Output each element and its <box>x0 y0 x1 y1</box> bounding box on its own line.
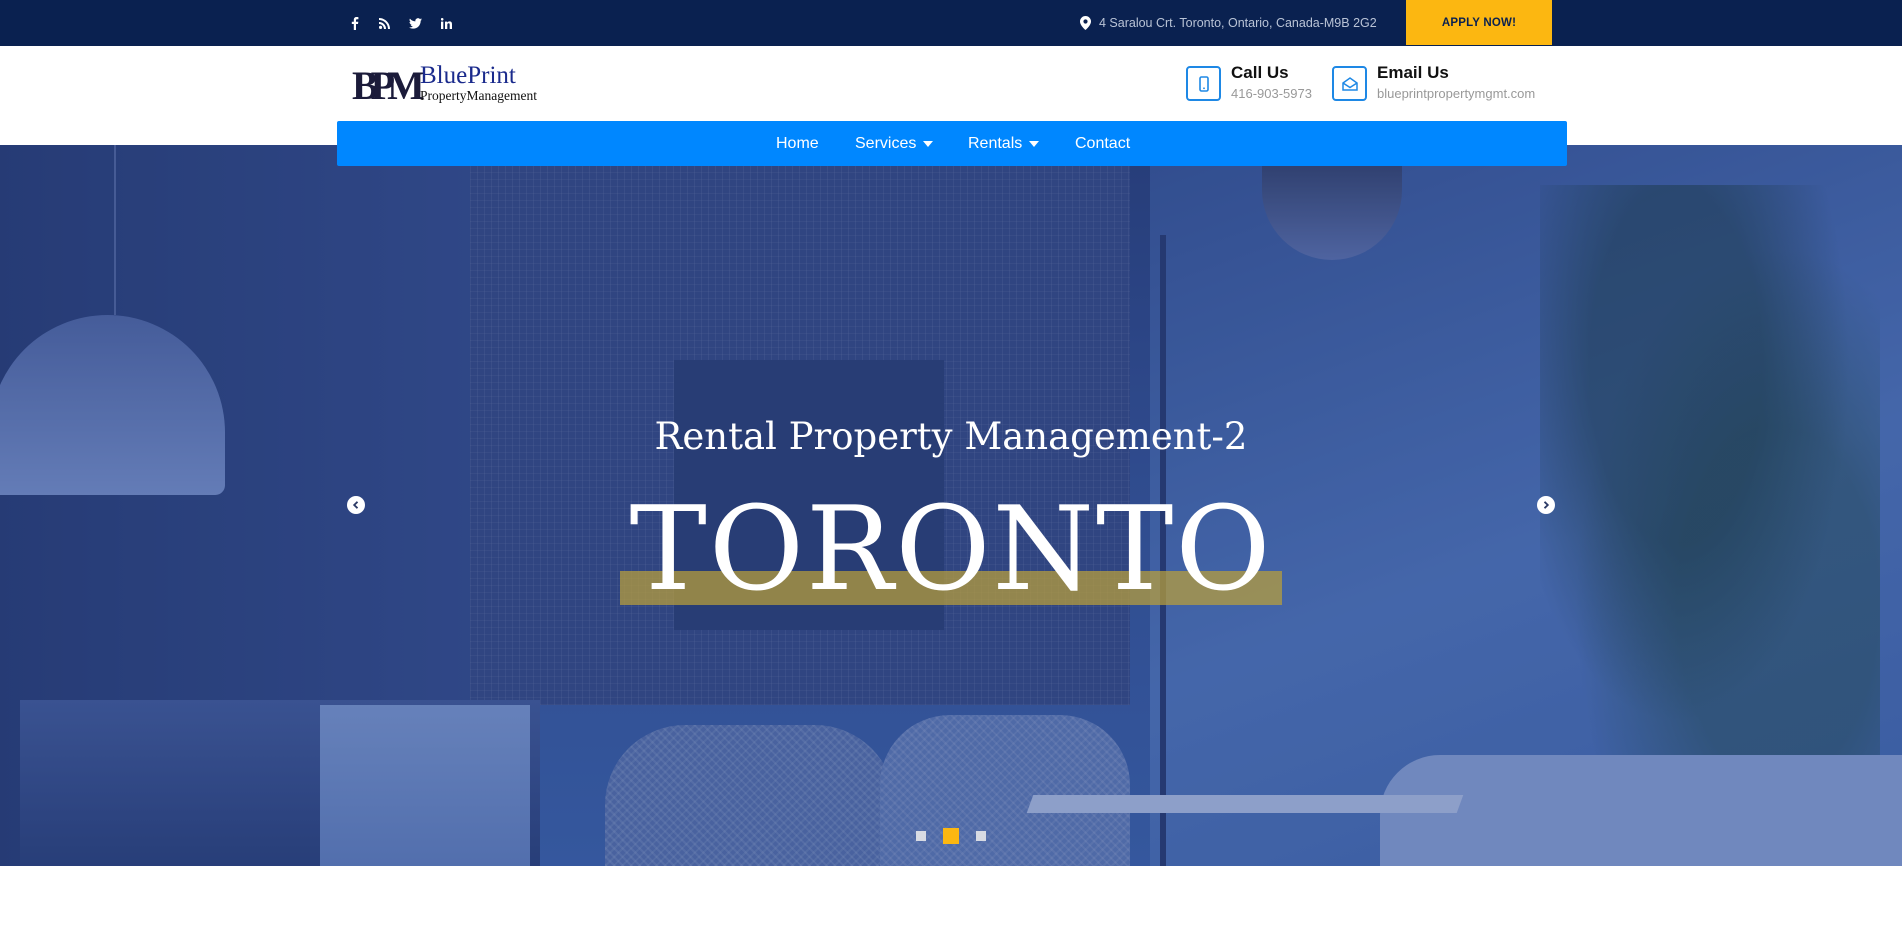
nav-contact[interactable]: Contact <box>1075 121 1130 166</box>
email-us-title: Email Us <box>1377 63 1449 82</box>
twitter-icon[interactable] <box>402 0 428 46</box>
slider-next-button[interactable] <box>1537 496 1555 514</box>
facebook-icon[interactable] <box>342 0 368 46</box>
address-text: 4 Saralou Crt. Toronto, Ontario, Canada-… <box>1099 16 1377 30</box>
logo-subtitle: PropertyManagement <box>420 88 537 103</box>
linkedin-icon[interactable] <box>433 0 459 46</box>
hero-slider: Rental Property Management-2 TORONTO <box>0 145 1902 866</box>
top-bar: 4 Saralou Crt. Toronto, Ontario, Canada-… <box>0 0 1902 46</box>
address: 4 Saralou Crt. Toronto, Ontario, Canada-… <box>1080 0 1377 46</box>
logo-mark: BPM <box>352 63 425 108</box>
site-logo[interactable]: BPM BluePrint PropertyManagement <box>352 62 540 110</box>
nav-services[interactable]: Services <box>855 121 934 166</box>
hero-title: TORONTO <box>619 485 1283 615</box>
logo-name: BluePrint <box>420 62 516 89</box>
rss-icon[interactable] <box>371 0 397 46</box>
map-pin-icon <box>1080 16 1091 30</box>
slider-prev-button[interactable] <box>347 496 365 514</box>
email-us-address[interactable]: blueprintpropertymgmt.com <box>1377 86 1535 101</box>
caret-down-icon <box>1029 140 1040 147</box>
apply-now-button[interactable]: APPLY NOW! <box>1406 0 1552 45</box>
hero-subtitle: Rental Property Management-2 <box>654 415 1248 458</box>
slider-dot-3[interactable] <box>976 831 986 841</box>
nav-home[interactable]: Home <box>776 121 819 166</box>
phone-icon <box>1186 66 1221 101</box>
main-nav: Home Services Rentals Contact <box>337 121 1567 166</box>
caret-down-icon <box>923 140 934 147</box>
envelope-open-icon <box>1332 66 1367 101</box>
chevron-left-icon <box>352 501 359 509</box>
nav-rentals[interactable]: Rentals <box>968 121 1040 166</box>
slider-dot-1[interactable] <box>916 831 926 841</box>
slider-dot-2[interactable] <box>943 828 959 844</box>
call-us-title: Call Us <box>1231 63 1289 82</box>
chevron-right-icon <box>1543 501 1550 509</box>
call-us-number[interactable]: 416-903-5973 <box>1231 86 1312 101</box>
